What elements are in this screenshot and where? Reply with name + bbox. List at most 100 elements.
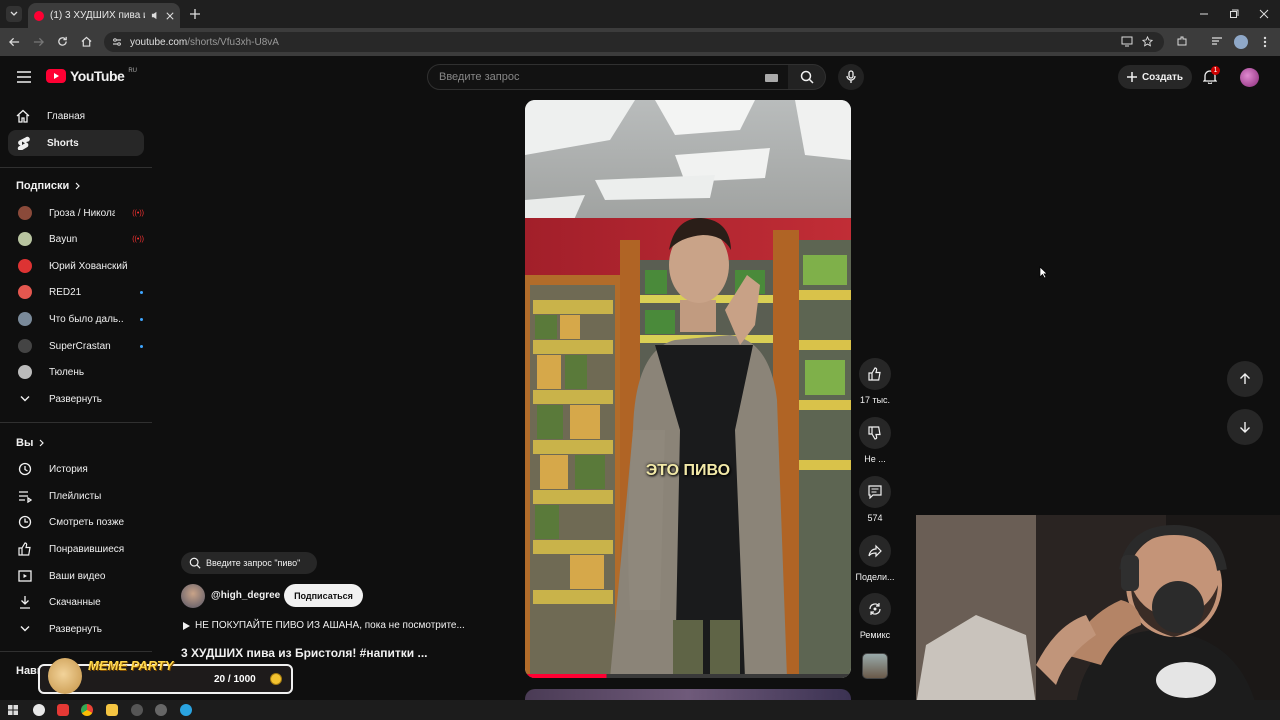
sidebar-item-shorts[interactable]: Shorts xyxy=(8,130,144,156)
remix-action[interactable]: Ремикс xyxy=(858,593,892,640)
sidebar-channel[interactable]: Гроза / Никола... ((•)) xyxy=(8,200,144,226)
sound-thumbnail[interactable] xyxy=(862,653,888,679)
like-button[interactable] xyxy=(859,358,891,390)
sidebar-channel[interactable]: Тюлень xyxy=(8,359,144,385)
sidebar-item-downloads[interactable]: Скачанные xyxy=(8,589,144,615)
short-video-player[interactable]: ЭТО ПИВО xyxy=(525,100,851,678)
like-action[interactable]: 17 тыс. xyxy=(858,358,892,405)
sidebar-channel[interactable]: SuperCrastan xyxy=(8,333,144,359)
next-short-button[interactable] xyxy=(1227,409,1263,445)
sidebar-item-your-videos[interactable]: Ваши видео xyxy=(8,563,144,589)
back-icon[interactable] xyxy=(9,37,20,47)
sidebar-item-history[interactable]: История xyxy=(8,456,144,482)
channel-name: Юрий Хованский xyxy=(49,260,128,272)
windows-start-icon[interactable] xyxy=(8,705,18,715)
notification-badge: 1 xyxy=(1211,66,1220,75)
search-suggestion-chip[interactable]: Введите запрос "пиво" xyxy=(181,552,317,574)
comments-button[interactable] xyxy=(859,476,891,508)
close-tab-icon[interactable] xyxy=(166,11,174,20)
sidebar-channel[interactable]: Bayun ((•)) xyxy=(8,226,144,252)
play-icon xyxy=(183,621,190,630)
download-icon xyxy=(20,596,30,609)
new-content-dot xyxy=(140,344,143,348)
app-icon[interactable] xyxy=(131,704,143,716)
tab-search-button[interactable] xyxy=(6,6,22,22)
subscribe-button[interactable]: Подписаться xyxy=(284,584,363,607)
you-heading[interactable]: Вы xyxy=(16,437,45,449)
history-icon xyxy=(18,462,32,476)
coin-icon xyxy=(270,673,282,685)
chevron-down-icon xyxy=(20,396,30,402)
sidebar-item-liked[interactable]: Понравившиеся xyxy=(8,536,144,562)
new-tab-icon[interactable] xyxy=(190,9,200,19)
tab-title: (1) 3 ХУДШИХ пива из Бри xyxy=(50,10,145,21)
forward-icon[interactable] xyxy=(33,37,44,47)
channel-avatar[interactable] xyxy=(181,584,205,608)
logo-text: YouTube xyxy=(70,68,125,84)
media-control-icon[interactable] xyxy=(1211,36,1223,47)
dislike-label: Не ... xyxy=(864,454,886,464)
dislike-button[interactable] xyxy=(859,417,891,449)
chevron-right-icon xyxy=(75,182,81,190)
telegram-icon[interactable] xyxy=(180,704,192,716)
site-info-icon[interactable] xyxy=(112,37,122,47)
minimize-icon[interactable] xyxy=(1199,9,1209,19)
expand-label: Развернуть xyxy=(49,393,103,405)
restore-icon[interactable] xyxy=(1229,9,1239,19)
account-avatar[interactable] xyxy=(1240,68,1259,87)
menu-hamburger-icon[interactable] xyxy=(17,71,31,83)
remix-button[interactable] xyxy=(859,593,891,625)
sidebar-item-watch-later[interactable]: Смотреть позже xyxy=(8,509,144,535)
sidebar-item-label: Главная xyxy=(47,110,86,122)
profile-avatar[interactable] xyxy=(1234,35,1248,49)
browser-tab[interactable]: (1) 3 ХУДШИХ пива из Бри xyxy=(28,3,180,28)
clock-icon xyxy=(18,515,32,529)
sidebar-channel[interactable]: RED21 xyxy=(8,279,144,305)
create-button[interactable]: Создать xyxy=(1118,65,1192,89)
subscribe-label: Подписаться xyxy=(294,590,353,601)
sidebar-item-label: Ваши видео xyxy=(49,570,106,582)
home-browser-icon[interactable] xyxy=(81,36,92,47)
file-explorer-icon[interactable] xyxy=(106,704,118,716)
sidebar-item-label: Понравившиеся xyxy=(49,543,125,555)
keyboard-icon[interactable] xyxy=(765,74,778,82)
sidebar-channel[interactable]: Что было даль... xyxy=(8,306,144,332)
channel-handle[interactable]: @high_degree xyxy=(211,590,280,601)
notifications-button[interactable]: 1 xyxy=(1203,66,1220,84)
search-input[interactable]: Введите запрос xyxy=(427,64,789,90)
windows-taskbar xyxy=(0,700,1280,720)
channel-name: RED21 xyxy=(49,286,82,298)
linked-video[interactable]: НЕ ПОКУПАЙТЕ ПИВО ИЗ АШАНА, пока не посм… xyxy=(183,620,483,631)
sidebar-item-playlists[interactable]: Плейлисты xyxy=(8,483,144,509)
yandex-browser-icon[interactable] xyxy=(33,704,45,716)
search-button[interactable] xyxy=(788,64,826,90)
yandex-icon[interactable] xyxy=(57,704,69,716)
sidebar-channel[interactable]: Юрий Хованский xyxy=(8,253,144,279)
comments-action[interactable]: 574 xyxy=(858,476,892,523)
browser-menu-icon[interactable] xyxy=(1263,36,1267,48)
subscriptions-heading[interactable]: Подписки xyxy=(16,180,81,192)
chrome-icon[interactable] xyxy=(81,704,93,716)
sidebar-expand-you[interactable]: Развернуть xyxy=(8,616,144,642)
extensions-icon[interactable] xyxy=(1176,35,1188,47)
share-button[interactable] xyxy=(859,535,891,567)
search-placeholder: Введите запрос xyxy=(439,71,520,83)
address-bar[interactable]: youtube.com/shorts/Vfu3xh-U8vA xyxy=(104,32,1164,52)
reload-icon[interactable] xyxy=(57,36,68,47)
remix-label: Ремикс xyxy=(859,630,891,640)
thumbs-down-icon xyxy=(868,426,881,440)
plus-icon xyxy=(1126,72,1137,82)
sidebar-item-home[interactable]: Главная xyxy=(8,103,144,129)
share-action[interactable]: Подели... xyxy=(852,535,898,582)
voice-search-button[interactable] xyxy=(838,64,864,90)
close-window-icon[interactable] xyxy=(1259,9,1269,19)
bookmark-star-icon[interactable] xyxy=(1142,36,1153,47)
obs-icon[interactable] xyxy=(155,704,167,716)
youtube-logo[interactable]: YouTube RU xyxy=(46,68,137,84)
install-app-icon[interactable] xyxy=(1121,36,1133,47)
sidebar-expand-subscriptions[interactable]: Развернуть xyxy=(8,386,144,412)
your-videos-icon xyxy=(18,570,32,582)
dislike-action[interactable]: Не ... xyxy=(858,417,892,464)
previous-short-button[interactable] xyxy=(1227,361,1263,397)
speaker-icon[interactable] xyxy=(151,11,160,20)
